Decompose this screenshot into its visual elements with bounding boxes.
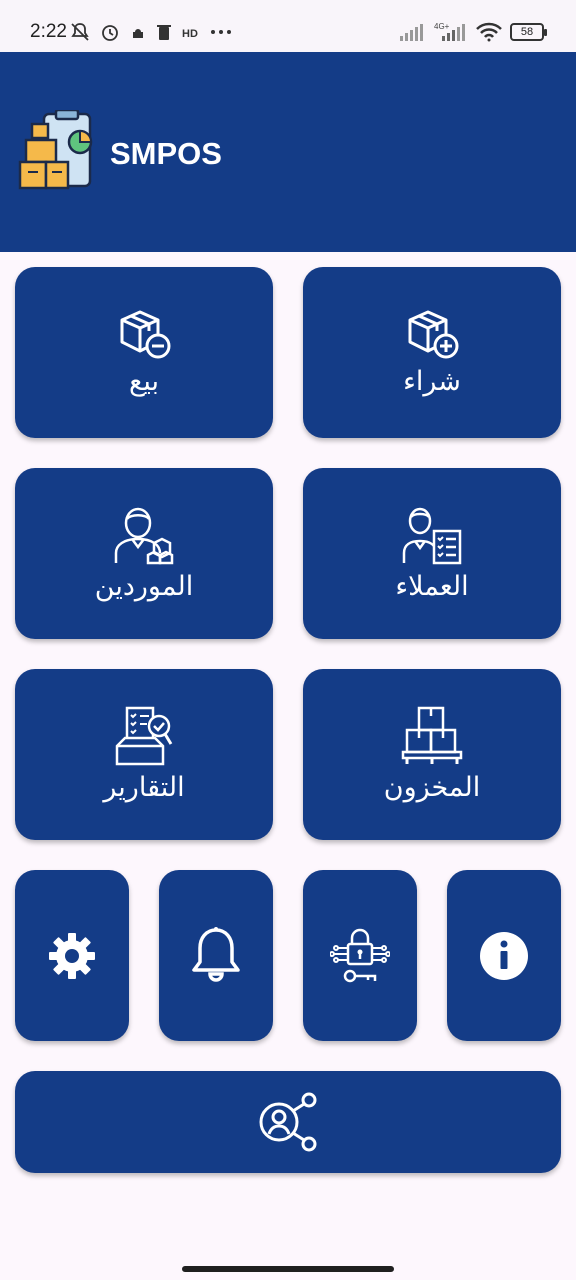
more-dots-icon [211,30,231,34]
hd-icon: HD [182,28,198,39]
box-minus-icon [120,310,171,359]
buy-tile[interactable]: شراء [303,267,561,438]
lock-circuit-icon [330,928,390,982]
suppliers-label: الموردين [94,571,194,602]
mosque-icon [133,29,143,38]
security-button[interactable] [303,870,417,1041]
notification-icons: HD [70,22,232,42]
sell-tile[interactable]: بيع [15,267,273,438]
wifi-icon [476,22,502,42]
notifications-button[interactable] [159,870,273,1041]
battery-indicator: 58 [510,23,547,41]
signal-4g-icon: 4G+ [434,22,465,41]
bell-icon [192,926,240,982]
supplier-person-icon [114,507,174,565]
reports-label: التقارير [103,772,185,803]
info-icon [480,931,528,980]
report-box-search-icon [115,706,173,766]
inventory-label: المخزون [383,772,481,803]
share-button[interactable] [15,1071,561,1173]
inventory-tile[interactable]: المخزون [303,669,561,840]
app-logo-icon [18,110,93,190]
home-indicator[interactable] [182,1266,394,1272]
pallet-boxes-icon [401,706,463,764]
alarm-icon [102,25,118,41]
settings-button[interactable] [15,870,129,1041]
suppliers-tile[interactable]: الموردين [15,468,273,639]
signal-icon [400,24,423,41]
info-button[interactable] [447,870,561,1041]
user-share-icon [259,1092,317,1152]
customers-label: العملاء [395,571,469,602]
reports-tile[interactable]: التقارير [15,669,273,840]
customers-tile[interactable]: العملاء [303,468,561,639]
box-plus-icon [408,310,459,359]
status-time: 2:22 [30,21,67,42]
gear-icon [49,932,95,979]
trash-icon [157,25,171,40]
buy-label: شراء [403,366,461,397]
app-header: SMPOS [0,52,576,252]
customer-list-icon [402,507,462,565]
app-title: SMPOS [110,136,222,171]
bell-off-icon [71,23,89,41]
status-bar: 2:22 HD 4G+ 58 [0,0,576,52]
svg-text:HD: HD [182,28,198,39]
svg-text:4G+: 4G+ [434,22,450,31]
sell-label: بيع [128,366,160,397]
system-icons: 4G+ 58 [400,22,547,42]
